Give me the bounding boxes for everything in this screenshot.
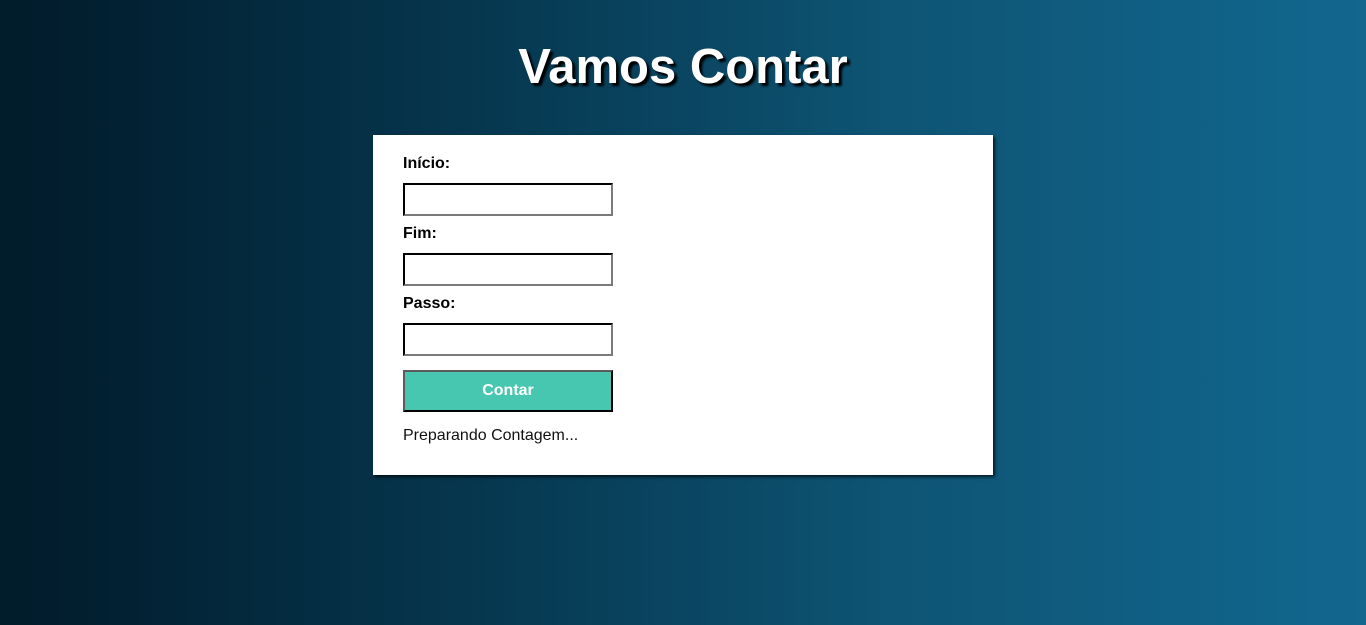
step-input[interactable] <box>403 323 613 356</box>
count-status-text: Preparando Contagem... <box>403 427 579 444</box>
end-input[interactable] <box>403 253 613 286</box>
start-input[interactable] <box>403 183 613 216</box>
page-title: Vamos Contar <box>518 40 848 94</box>
count-button[interactable]: Contar <box>403 370 613 412</box>
step-label: Passo: <box>403 295 456 312</box>
start-label: Início: <box>403 155 451 172</box>
end-label: Fim: <box>403 225 437 242</box>
counter-form-card: Início: Fim: Passo: Contar Preparando Co… <box>373 135 993 475</box>
